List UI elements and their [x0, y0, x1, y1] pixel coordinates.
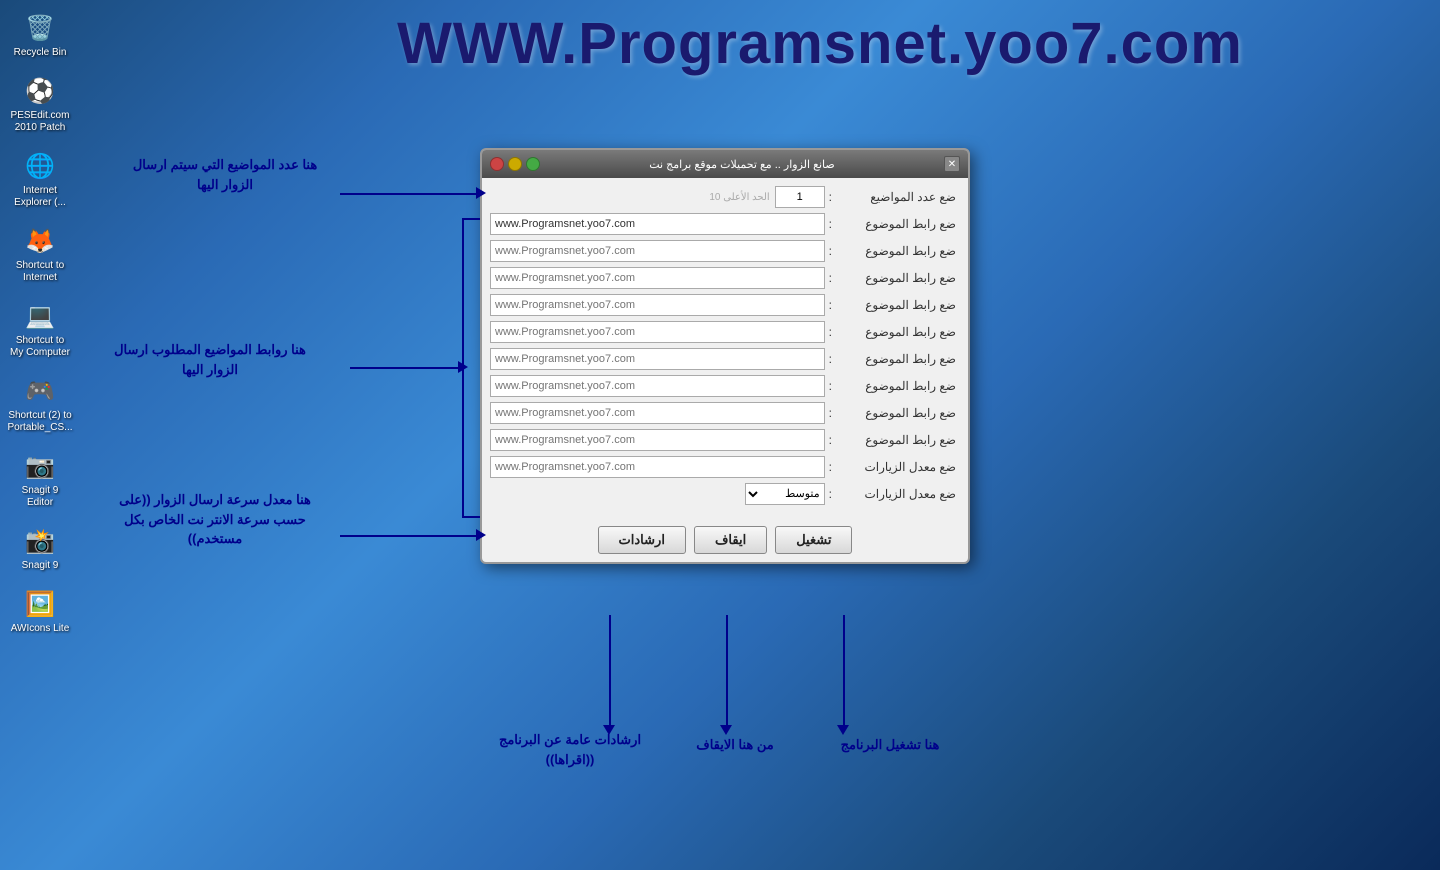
awicons-icon[interactable]: 🖼️ AWIcons Lite: [5, 584, 75, 639]
btn-pause[interactable]: ايقاف: [694, 526, 767, 554]
label-url-3: ضع رابط الموضوع: [836, 271, 956, 285]
snagit-editor-label: Snagit 9 Editor: [9, 485, 71, 509]
form-row-visit-rate: ضع معدل الزيارات : بطيء متوسط سريع: [490, 483, 960, 505]
snagit-editor-icon[interactable]: 📷 Snagit 9 Editor: [5, 446, 75, 513]
btn-instructions[interactable]: ارشادات: [598, 526, 686, 554]
dialog-window: صانع الزوار .. مع تحميلات موقع برامج نت …: [480, 148, 970, 564]
titlebar-close-btn[interactable]: [490, 157, 504, 171]
shortcut-internet-image: 🦊: [24, 225, 56, 257]
titlebar-x-button[interactable]: ✕: [944, 156, 960, 172]
annotation-arrowhead-speed: [476, 529, 486, 541]
pes-edit-icon[interactable]: ⚽ PESEdit.com 2010 Patch: [5, 71, 75, 138]
annotation-start-btn: هنا تشغيل البرنامج: [800, 735, 980, 755]
arrow-line-instructions: [609, 615, 611, 725]
select-visit-rate[interactable]: بطيء متوسط سريع: [745, 483, 825, 505]
dialog-buttons: تشغيل ايقاف ارشادات: [482, 518, 968, 562]
input-url-6[interactable]: [490, 348, 825, 370]
ie-icon[interactable]: 🌐 Internet Explorer (...: [5, 146, 75, 213]
input-url-4[interactable]: [490, 294, 825, 316]
arrowhead-pause: [720, 725, 732, 735]
form-row-url-8: ضع رابط الموضوع :: [490, 402, 960, 424]
dialog-title: صانع الزوار .. مع تحميلات موقع برامج نت: [540, 158, 944, 171]
titlebar-buttons: [490, 157, 540, 171]
label-url-5: ضع رابط الموضوع: [836, 325, 956, 339]
label-url-2: ضع رابط الموضوع: [836, 244, 956, 258]
label-url-9: ضع رابط الموضوع: [836, 433, 956, 447]
form-row-topics-count: ضع عدد المواضيع : الحد الأعلى 10: [490, 186, 960, 208]
label-visit-rate: ضع معدل الزيارات: [836, 487, 956, 501]
annotation-instructions-btn: ارشادات عامة عن البرنامج ((اقراها)): [490, 730, 650, 769]
snagit-label: Snagit 9: [22, 560, 59, 572]
shortcut-internet-icon[interactable]: 🦊 Shortcut to Internet: [5, 221, 75, 288]
titlebar-maximize-btn[interactable]: [526, 157, 540, 171]
form-row-url-5: ضع رابط الموضوع :: [490, 321, 960, 343]
shortcut-cs-label: Shortcut (2) to Portable_CS...: [7, 410, 72, 434]
label-url-6: ضع رابط الموضوع: [836, 352, 956, 366]
annotation-topics-count: هنا عدد المواضيع التي سيتم ارسال الزوار …: [130, 155, 320, 194]
label-topics-count: ضع عدد المواضيع: [836, 190, 956, 204]
snagit-editor-image: 📷: [24, 450, 56, 482]
annotation-arrow-topics: [340, 193, 480, 195]
ie-image: 🌐: [24, 150, 56, 182]
label-url-7: ضع رابط الموضوع: [836, 379, 956, 393]
desktop-icons-container: 🗑️ Recycle Bin ⚽ PESEdit.com 2010 Patch …: [0, 0, 80, 647]
shortcut-computer-icon[interactable]: 💻 Shortcut to My Computer: [5, 296, 75, 363]
arrowhead-start: [837, 725, 849, 735]
form-row-url-2: ضع رابط الموضوع :: [490, 240, 960, 262]
annotation-arrowhead-topics: [476, 187, 486, 199]
annotation-arrowhead-links: [458, 361, 468, 373]
input-url-8[interactable]: [490, 402, 825, 424]
annotation-arrow-speed: [340, 535, 480, 537]
recycle-bin-icon[interactable]: 🗑️ Recycle Bin: [5, 8, 75, 63]
input-url-9[interactable]: [490, 429, 825, 451]
input-url-10[interactable]: [490, 456, 825, 478]
dialog-titlebar: صانع الزوار .. مع تحميلات موقع برامج نت …: [482, 150, 968, 178]
ie-label: Internet Explorer (...: [9, 185, 71, 209]
annotation-speed: هنا معدل سرعة ارسال الزوار ((على حسب سرع…: [105, 490, 325, 549]
input-url-3[interactable]: [490, 267, 825, 289]
shortcut-cs-icon[interactable]: 🎮 Shortcut (2) to Portable_CS...: [5, 371, 75, 438]
recycle-bin-image: 🗑️: [24, 12, 56, 44]
form-row-url-6: ضع رابط الموضوع :: [490, 348, 960, 370]
titlebar-minimize-btn[interactable]: [508, 157, 522, 171]
label-url-10: ضع معدل الزيارات: [836, 460, 956, 474]
recycle-bin-label: Recycle Bin: [14, 47, 67, 59]
input-url-7[interactable]: [490, 375, 825, 397]
annotation-links: هنا روابط المواضيع المطلوب ارسال الزوار …: [100, 340, 320, 379]
shortcut-computer-image: 💻: [24, 300, 56, 332]
pes-edit-label: PESEdit.com 2010 Patch: [9, 110, 71, 134]
placeholder-hint: الحد الأعلى 10: [709, 192, 769, 203]
website-title: WWW.Programsnet.yoo7.com: [200, 10, 1440, 77]
form-row-url-1: ضع رابط الموضوع :: [490, 213, 960, 235]
label-url-8: ضع رابط الموضوع: [836, 406, 956, 420]
dialog-body: ضع عدد المواضيع : الحد الأعلى 10 ضع رابط…: [482, 178, 968, 518]
snagit-image: 📸: [24, 525, 56, 557]
input-url-2[interactable]: [490, 240, 825, 262]
form-row-url-4: ضع رابط الموضوع :: [490, 294, 960, 316]
form-row-url-10: ضع معدل الزيارات :: [490, 456, 960, 478]
btn-start[interactable]: تشغيل: [775, 526, 852, 554]
arrow-line-start: [843, 615, 845, 725]
annotation-arrow-links: [350, 367, 462, 369]
snagit-icon[interactable]: 📸 Snagit 9: [5, 521, 75, 576]
arrowhead-instructions: [603, 725, 615, 735]
arrow-line-pause: [726, 615, 728, 725]
input-url-5[interactable]: [490, 321, 825, 343]
pes-edit-image: ⚽: [24, 75, 56, 107]
awicons-image: 🖼️: [24, 588, 56, 620]
shortcut-cs-image: 🎮: [24, 375, 56, 407]
label-url-1: ضع رابط الموضوع: [836, 217, 956, 231]
label-url-4: ضع رابط الموضوع: [836, 298, 956, 312]
shortcut-internet-label: Shortcut to Internet: [9, 260, 71, 284]
input-topics-count[interactable]: [775, 186, 825, 208]
awicons-label: AWIcons Lite: [11, 623, 70, 635]
input-url-1[interactable]: [490, 213, 825, 235]
annotation-pause-btn: من هنا الايقاف: [670, 735, 800, 755]
shortcut-computer-label: Shortcut to My Computer: [9, 335, 71, 359]
form-row-url-9: ضع رابط الموضوع :: [490, 429, 960, 451]
form-row-url-3: ضع رابط الموضوع :: [490, 267, 960, 289]
form-row-url-7: ضع رابط الموضوع :: [490, 375, 960, 397]
